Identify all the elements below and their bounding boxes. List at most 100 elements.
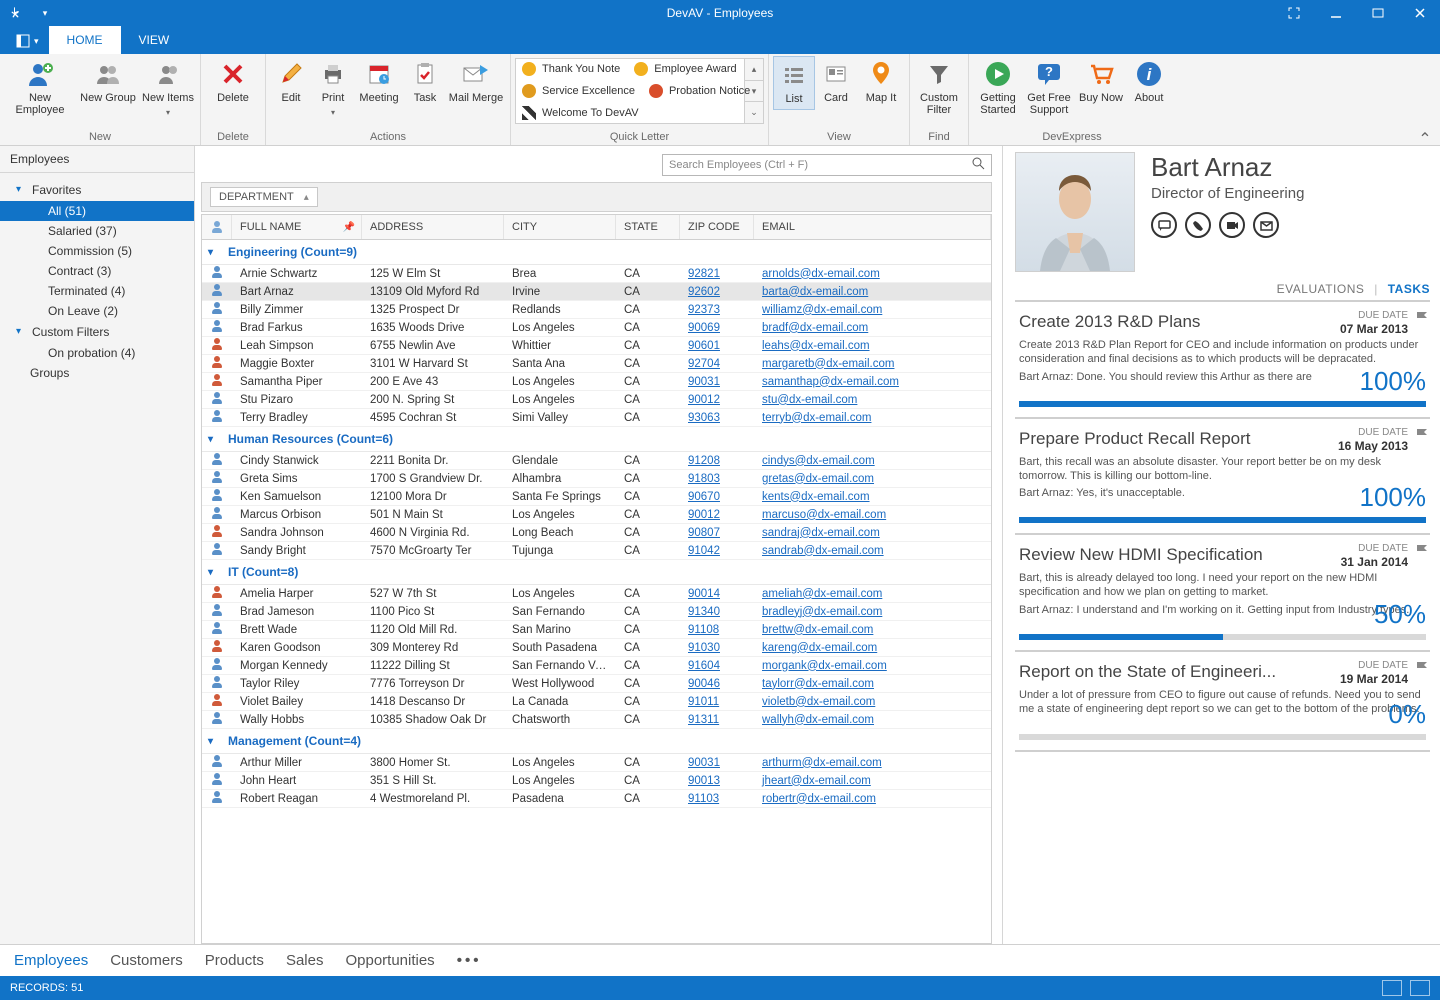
- zip-link[interactable]: 91011: [688, 696, 719, 708]
- qat-dropdown-icon[interactable]: ▾: [36, 4, 54, 22]
- group-by-panel[interactable]: DEPARTMENT ▴: [201, 182, 992, 212]
- task-card[interactable]: DUE DATE07 Mar 2013Create 2013 R&D Plans…: [1015, 302, 1430, 419]
- column-header-city[interactable]: CITY: [504, 215, 616, 239]
- buy-now-button[interactable]: Buy Now: [1075, 56, 1127, 108]
- table-row[interactable]: Bart Arnaz13109 Old Myford RdIrvineCA926…: [202, 283, 991, 301]
- sidebar-item[interactable]: Contract (3): [0, 261, 194, 281]
- email-link[interactable]: robertr@dx-email.com: [762, 793, 876, 805]
- new-items-button[interactable]: New Items ▾: [140, 56, 196, 121]
- task-card[interactable]: DUE DATE16 May 2013Prepare Product Recal…: [1015, 419, 1430, 536]
- zip-link[interactable]: 91208: [688, 455, 720, 467]
- zip-link[interactable]: 90031: [688, 757, 720, 769]
- bottomnav-employees[interactable]: Employees: [14, 952, 88, 969]
- group-row[interactable]: ▾IT (Count=8): [202, 560, 991, 585]
- email-link[interactable]: kents@dx-email.com: [762, 491, 870, 503]
- task-button[interactable]: Task: [404, 56, 446, 108]
- sidebar-item[interactable]: Commission (5): [0, 241, 194, 261]
- table-row[interactable]: Brad Farkus1635 Woods DriveLos AngelesCA…: [202, 319, 991, 337]
- email-link[interactable]: sandraj@dx-email.com: [762, 527, 880, 539]
- zip-link[interactable]: 92821: [688, 268, 720, 280]
- statusbar-view-2[interactable]: [1410, 980, 1430, 996]
- window-close-button[interactable]: [1400, 0, 1440, 26]
- table-row[interactable]: Leah Simpson6755 Newlin AveWhittierCA906…: [202, 337, 991, 355]
- zip-link[interactable]: 90012: [688, 509, 720, 521]
- table-row[interactable]: Arthur Miller3800 Homer St.Los AngelesCA…: [202, 754, 991, 772]
- task-card[interactable]: DUE DATE19 Mar 2014Report on the State o…: [1015, 652, 1430, 753]
- column-header-email[interactable]: EMAIL: [754, 215, 991, 239]
- table-row[interactable]: Maggie Boxter3101 W Harvard StSanta AnaC…: [202, 355, 991, 373]
- email-link[interactable]: arnolds@dx-email.com: [762, 268, 880, 280]
- meeting-button[interactable]: Meeting: [354, 56, 404, 108]
- statusbar-view-1[interactable]: [1382, 980, 1402, 996]
- email-link[interactable]: stu@dx-email.com: [762, 394, 857, 406]
- zip-link[interactable]: 90014: [688, 588, 720, 600]
- zip-link[interactable]: 91030: [688, 642, 720, 654]
- table-row[interactable]: Terry Bradley4595 Cochran StSimi ValleyC…: [202, 409, 991, 427]
- email-link[interactable]: barta@dx-email.com: [762, 286, 868, 298]
- quick-letter-gallery[interactable]: Thank You Note Employee Award Service Ex…: [515, 58, 745, 124]
- column-header-address[interactable]: ADDRESS: [362, 215, 504, 239]
- call-button[interactable]: [1185, 212, 1211, 238]
- bottomnav-products[interactable]: Products: [205, 952, 264, 969]
- new-group-button[interactable]: New Group: [76, 56, 140, 108]
- email-link[interactable]: arthurm@dx-email.com: [762, 757, 882, 769]
- table-row[interactable]: Sandra Johnson4600 N Virginia Rd.Long Be…: [202, 524, 991, 542]
- column-header-state[interactable]: STATE: [616, 215, 680, 239]
- table-row[interactable]: Ken Samuelson12100 Mora DrSanta Fe Sprin…: [202, 488, 991, 506]
- table-row[interactable]: Morgan Kennedy11222 Dilling StSan Fernan…: [202, 657, 991, 675]
- tab-evaluations[interactable]: EVALUATIONS: [1277, 282, 1365, 296]
- table-row[interactable]: Brad Jameson1100 Pico StSan FernandoCA91…: [202, 603, 991, 621]
- about-button[interactable]: i About: [1127, 56, 1171, 108]
- quick-letter-thank-you[interactable]: Thank You Note: [522, 62, 620, 76]
- column-header-icon[interactable]: [202, 215, 232, 239]
- zip-link[interactable]: 91103: [688, 793, 719, 805]
- table-row[interactable]: Amelia Harper527 W 7th StLos AngelesCA90…: [202, 585, 991, 603]
- zip-link[interactable]: 91042: [688, 545, 720, 557]
- sidebar-item[interactable]: On Leave (2): [0, 301, 194, 321]
- new-employee-button[interactable]: New Employee: [4, 56, 76, 120]
- gallery-expand[interactable]: ⌄: [745, 102, 763, 123]
- table-row[interactable]: Billy Zimmer1325 Prospect DrRedlandsCA92…: [202, 301, 991, 319]
- getting-started-button[interactable]: Getting Started: [973, 56, 1023, 120]
- table-row[interactable]: Taylor Riley7776 Torreyson DrWest Hollyw…: [202, 675, 991, 693]
- view-list-button[interactable]: List: [773, 56, 815, 110]
- zip-link[interactable]: 91803: [688, 473, 720, 485]
- grid-body[interactable]: ▾Engineering (Count=9)Arnie Schwartz125 …: [201, 240, 992, 944]
- email-link[interactable]: ameliah@dx-email.com: [762, 588, 882, 600]
- mail-merge-button[interactable]: Mail Merge: [446, 56, 506, 108]
- email-link[interactable]: bradf@dx-email.com: [762, 322, 868, 334]
- email-link[interactable]: leahs@dx-email.com: [762, 340, 870, 352]
- table-row[interactable]: Samantha Piper200 E Ave 43Los AngelesCA9…: [202, 373, 991, 391]
- table-row[interactable]: Wally Hobbs10385 Shadow Oak DrChatsworth…: [202, 711, 991, 729]
- email-link[interactable]: samanthap@dx-email.com: [762, 376, 899, 388]
- window-maximize-button[interactable]: [1358, 0, 1398, 26]
- email-link[interactable]: morgank@dx-email.com: [762, 660, 887, 672]
- sidebar-group-favorites[interactable]: ▾Favorites: [0, 179, 194, 201]
- sidebar-item-groups[interactable]: Groups: [0, 363, 194, 383]
- email-link[interactable]: williamz@dx-email.com: [762, 304, 882, 316]
- print-button[interactable]: Print ▾: [312, 56, 354, 121]
- bottomnav-sales[interactable]: Sales: [286, 952, 324, 969]
- zip-link[interactable]: 93063: [688, 412, 720, 424]
- ribbon-collapse-button[interactable]: ⌃: [1416, 129, 1434, 143]
- mail-button[interactable]: [1253, 212, 1279, 238]
- map-it-button[interactable]: Map It: [857, 56, 905, 108]
- table-row[interactable]: Sandy Bright7570 McGroarty TerTujungaCA9…: [202, 542, 991, 560]
- edit-button[interactable]: Edit: [270, 56, 312, 108]
- table-row[interactable]: Greta Sims1700 S Grandview Dr.AlhambraCA…: [202, 470, 991, 488]
- table-row[interactable]: Arnie Schwartz125 W Elm StBreaCA92821arn…: [202, 265, 991, 283]
- email-link[interactable]: sandrab@dx-email.com: [762, 545, 884, 557]
- email-link[interactable]: terryb@dx-email.com: [762, 412, 871, 424]
- table-row[interactable]: Robert Reagan4 Westmoreland Pl.PasadenaC…: [202, 790, 991, 808]
- quick-letter-service[interactable]: Service Excellence: [522, 84, 635, 98]
- quick-letter-welcome[interactable]: Welcome To DevAV: [522, 106, 639, 120]
- email-link[interactable]: margaretb@dx-email.com: [762, 358, 894, 370]
- zip-link[interactable]: 90046: [688, 678, 720, 690]
- email-link[interactable]: kareng@dx-email.com: [762, 642, 877, 654]
- video-button[interactable]: [1219, 212, 1245, 238]
- sidebar-item[interactable]: Terminated (4): [0, 281, 194, 301]
- table-row[interactable]: Karen Goodson309 Monterey RdSouth Pasade…: [202, 639, 991, 657]
- delete-button[interactable]: Delete: [205, 56, 261, 108]
- bottomnav-customers[interactable]: Customers: [110, 952, 183, 969]
- email-link[interactable]: bradleyj@dx-email.com: [762, 606, 882, 618]
